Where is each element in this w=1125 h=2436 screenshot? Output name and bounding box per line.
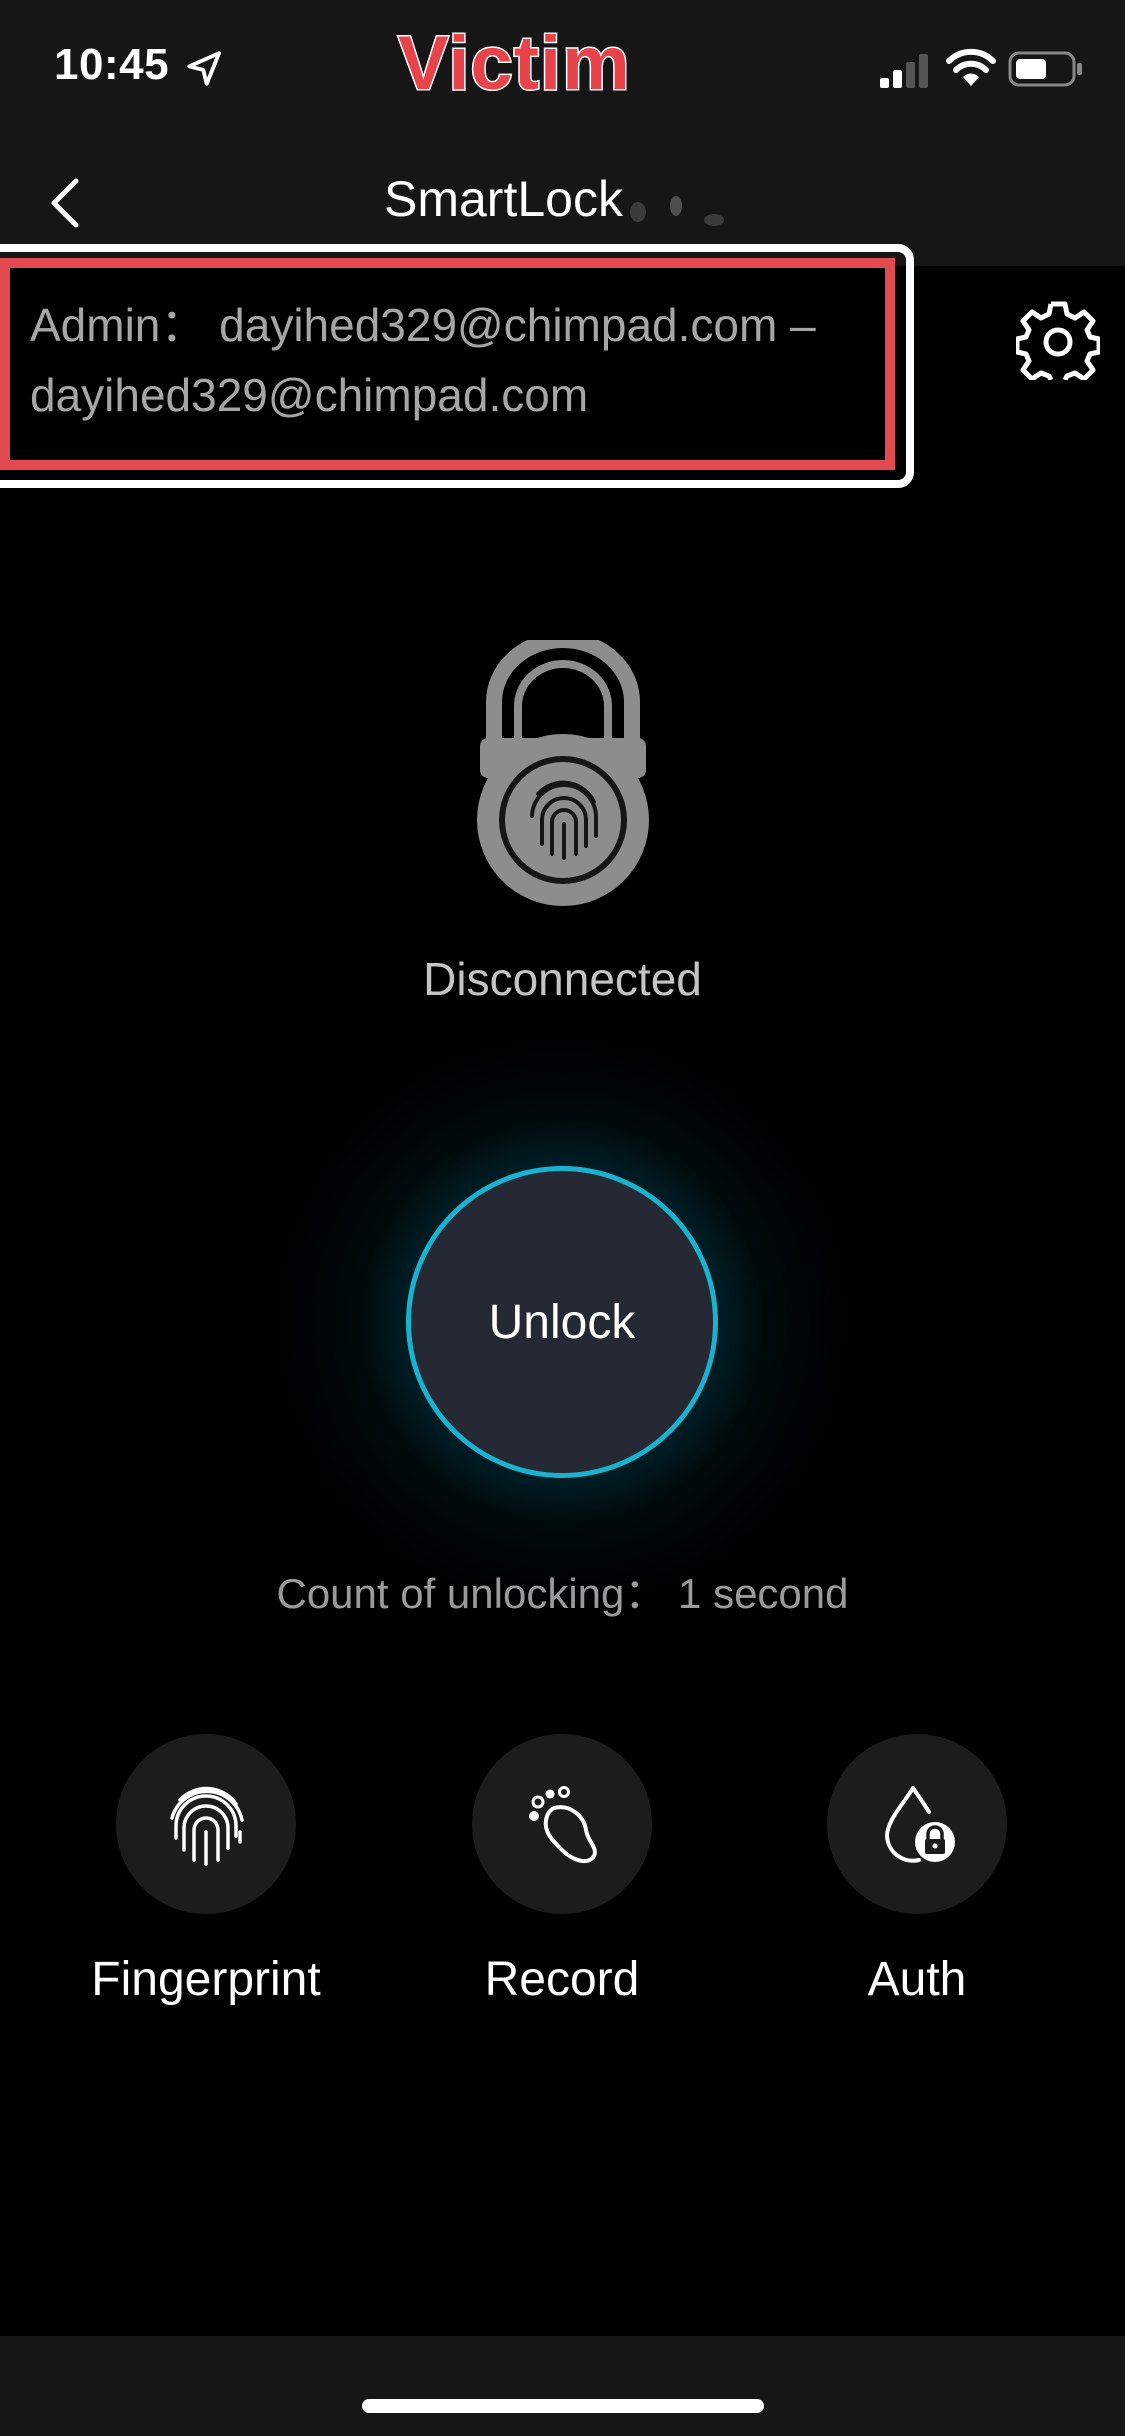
back-button[interactable] bbox=[36, 170, 96, 236]
unlock-label: Unlock bbox=[488, 1295, 636, 1349]
unlock-button[interactable]: Unlock bbox=[406, 1166, 718, 1478]
location-arrow-icon bbox=[187, 51, 221, 86]
auth-button[interactable] bbox=[827, 1734, 1007, 1914]
record-button[interactable] bbox=[472, 1734, 652, 1914]
home-indicator[interactable] bbox=[362, 2399, 764, 2413]
auth-label: Auth bbox=[867, 1953, 967, 2006]
action-record[interactable]: Record bbox=[412, 1734, 712, 2024]
status-time: 10:45 bbox=[54, 40, 170, 89]
cellular-signal-icon bbox=[880, 54, 928, 88]
battery-icon bbox=[1008, 51, 1082, 87]
admin-info: Admin： dayihed329@chimpad.com – dayihed3… bbox=[30, 299, 816, 421]
fingerprint-label: Fingerprint bbox=[91, 1953, 321, 2006]
record-label: Record bbox=[484, 1953, 640, 2006]
wifi-icon bbox=[946, 48, 996, 86]
action-fingerprint[interactable]: Fingerprint bbox=[56, 1734, 356, 2024]
redacted-blur bbox=[630, 196, 724, 226]
fingerprint-padlock-icon bbox=[477, 640, 649, 906]
fingerprint-icon bbox=[170, 1786, 244, 1866]
fingerprint-button[interactable] bbox=[116, 1734, 296, 1914]
lock-status: Disconnected bbox=[423, 953, 702, 1005]
status-bar: 10:45 Victim bbox=[0, 0, 1125, 140]
settings-button[interactable] bbox=[1014, 296, 1102, 382]
chevron-left-icon bbox=[51, 178, 79, 228]
footprint-icon bbox=[529, 1786, 597, 1864]
page-title: SmartLock bbox=[384, 171, 623, 227]
home-area bbox=[0, 2336, 1125, 2436]
gear-icon bbox=[1014, 301, 1102, 382]
unlock-count: Count of unlocking： 1 second bbox=[276, 1570, 849, 1617]
action-auth[interactable]: Auth bbox=[767, 1734, 1067, 2024]
auth-lock-icon bbox=[884, 1786, 955, 1863]
victim-watermark: Victim bbox=[397, 20, 632, 108]
